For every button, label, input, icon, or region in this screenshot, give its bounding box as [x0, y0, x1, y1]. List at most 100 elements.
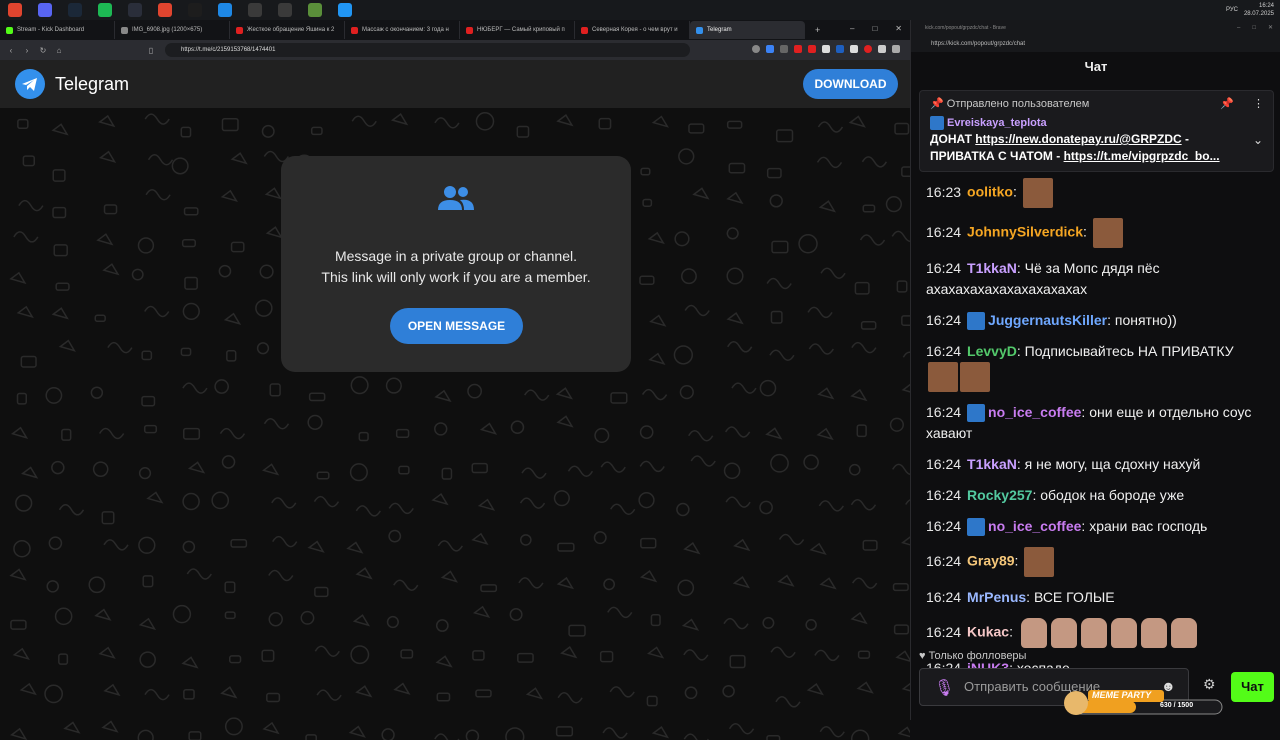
extension-icon[interactable] [836, 45, 844, 53]
close-window-icon[interactable]: ✕ [1268, 20, 1273, 36]
doodle-shape [808, 343, 834, 355]
pinned-username[interactable]: Evreiskaya_teplota [930, 116, 1047, 130]
taskbar-app-icon[interactable] [308, 3, 322, 17]
minimize-icon[interactable]: – [1237, 20, 1240, 36]
doodle-shape [676, 502, 690, 517]
new-tab-button[interactable]: + [815, 25, 820, 35]
taskbar-app-icon[interactable] [128, 3, 142, 17]
maximize-icon[interactable]: □ [1252, 20, 1256, 36]
message-username[interactable]: T1kkaN [967, 456, 1017, 472]
taskbar-app-icon[interactable] [188, 3, 202, 17]
doodle-shape [230, 241, 245, 253]
emote-icon[interactable] [1050, 618, 1077, 648]
taskbar-app-icon[interactable] [68, 3, 82, 17]
doodle-shape [648, 352, 666, 365]
bookmark-icon[interactable]: ▯ [146, 46, 156, 55]
extension-icon[interactable] [822, 45, 830, 53]
language-indicator[interactable]: РУС [1226, 6, 1238, 14]
minimize-icon[interactable]: – [850, 24, 854, 33]
message-username[interactable]: JuggernautsKiller [988, 312, 1107, 328]
browser-tab[interactable]: Северная Корея - о чем врут и [575, 21, 690, 39]
doodle-shape [896, 280, 908, 293]
browser-tab[interactable]: Массаж с окончанием: 3 года н [345, 21, 460, 39]
extension-icon[interactable] [794, 45, 802, 53]
message-text: Чё за Мопс дядя пёс ахахахахахахахахахах… [926, 260, 1160, 297]
doodle-shape [355, 685, 373, 698]
doodle-shape [805, 619, 817, 631]
message-username[interactable]: LevvyD [967, 343, 1017, 359]
doodle-shape [261, 124, 275, 138]
taskbar-app-icon[interactable] [158, 3, 172, 17]
message-username[interactable]: JohnnySilverdick [967, 224, 1083, 240]
home-icon[interactable]: ⌂ [54, 46, 64, 55]
unpin-icon[interactable]: 📌 [1220, 97, 1234, 110]
back-icon[interactable]: ‹ [6, 46, 16, 55]
menu-icon[interactable] [892, 45, 900, 53]
reload-icon[interactable]: ↻ [38, 46, 48, 55]
taskbar-app-icon[interactable] [98, 3, 112, 17]
chat-message: 16:24 JuggernautsKiller: понятно)) [926, 310, 1276, 331]
emote-icon[interactable] [960, 362, 990, 392]
maximize-icon[interactable]: □ [872, 24, 877, 33]
doodle-shape [181, 656, 199, 669]
taskbar-app-icon[interactable] [248, 3, 262, 17]
download-button[interactable]: DOWNLOAD [803, 69, 898, 99]
extension-icon[interactable] [766, 45, 774, 53]
message-username[interactable]: Rocky257 [967, 487, 1032, 503]
doodle-shape [262, 721, 280, 735]
microphone-icon[interactable]: 🎙 [934, 678, 954, 698]
send-chat-button[interactable]: Чат [1231, 672, 1274, 702]
forward-icon[interactable]: › [22, 46, 32, 55]
open-message-button[interactable]: OPEN MESSAGE [390, 308, 523, 344]
emote-icon[interactable] [1020, 618, 1047, 648]
emote-icon[interactable] [1022, 178, 1053, 208]
address-bar[interactable]: https://t.me/c/2159153768/1474401 [165, 43, 690, 57]
doodle-shape [230, 152, 248, 165]
emote-icon[interactable] [1092, 218, 1123, 248]
window-controls: – □ ✕ [850, 24, 902, 33]
doodle-shape [434, 422, 448, 436]
extension-icon[interactable] [850, 45, 858, 53]
telegram-logo-icon[interactable] [15, 69, 45, 99]
doodle-shape [650, 613, 661, 627]
extension-icon[interactable] [752, 45, 760, 53]
browser-tab[interactable]: Telegram [690, 21, 805, 39]
browser-tab[interactable]: IMG_6908.jpg (1200×675) [115, 21, 230, 39]
message-username[interactable]: no_ice_coffee [988, 404, 1081, 420]
message-username[interactable]: Gray89 [967, 553, 1014, 569]
clock[interactable]: 16:24 28.07.2025 [1244, 2, 1274, 18]
emote-icon[interactable] [1170, 618, 1197, 648]
browser-tab[interactable]: Жесткое обращение Яшина к 2 [230, 21, 345, 39]
chevron-down-icon[interactable]: ⌄ [1253, 133, 1263, 147]
taskbar-app-icon[interactable] [338, 3, 352, 17]
browser-tab[interactable]: НЮБЕРГ — Самый криповый п [460, 21, 575, 39]
taskbar-app-icon[interactable] [38, 3, 52, 17]
message-username[interactable]: MrPenus [967, 589, 1026, 605]
window-title-text: kick.com/popout/grpzdc/chat - Brave [925, 25, 1006, 31]
pinned-link-telegram[interactable]: https://t.me/vipgrpzdc_bo... [1064, 149, 1220, 163]
emote-icon[interactable] [1140, 618, 1167, 648]
message-username[interactable]: no_ice_coffee [988, 518, 1081, 534]
taskbar-app-icon[interactable] [8, 3, 22, 17]
more-options-icon[interactable]: ⋮ [1253, 97, 1264, 110]
message-username[interactable]: T1kkaN [967, 260, 1017, 276]
taskbar-app-icon[interactable] [278, 3, 292, 17]
emote-icon[interactable] [1080, 618, 1107, 648]
extension-icon[interactable] [780, 45, 788, 53]
taskbar-app-icon[interactable] [218, 3, 232, 17]
extension-icon[interactable] [878, 45, 886, 53]
close-window-icon[interactable]: ✕ [895, 24, 902, 33]
browser-tab[interactable]: Stream - Kick Dashboard [0, 21, 115, 39]
extension-icon[interactable] [808, 45, 816, 53]
extension-icon[interactable] [864, 45, 872, 53]
message-username[interactable]: Kukac [967, 624, 1009, 640]
telegram-brand[interactable]: Telegram [55, 74, 129, 95]
emote-icon[interactable] [928, 362, 958, 392]
pinned-link-donate[interactable]: https://new.donatepay.ru/@GRPZDC [975, 132, 1181, 146]
emote-icon[interactable] [1110, 618, 1137, 648]
doodle-shape [98, 150, 117, 163]
address-bar[interactable]: https://kick.com/popout/grpzdc/chat [911, 36, 1280, 52]
doodle-shape [856, 681, 874, 694]
message-username[interactable]: oolitko [967, 184, 1013, 200]
emote-icon[interactable] [1024, 547, 1055, 577]
